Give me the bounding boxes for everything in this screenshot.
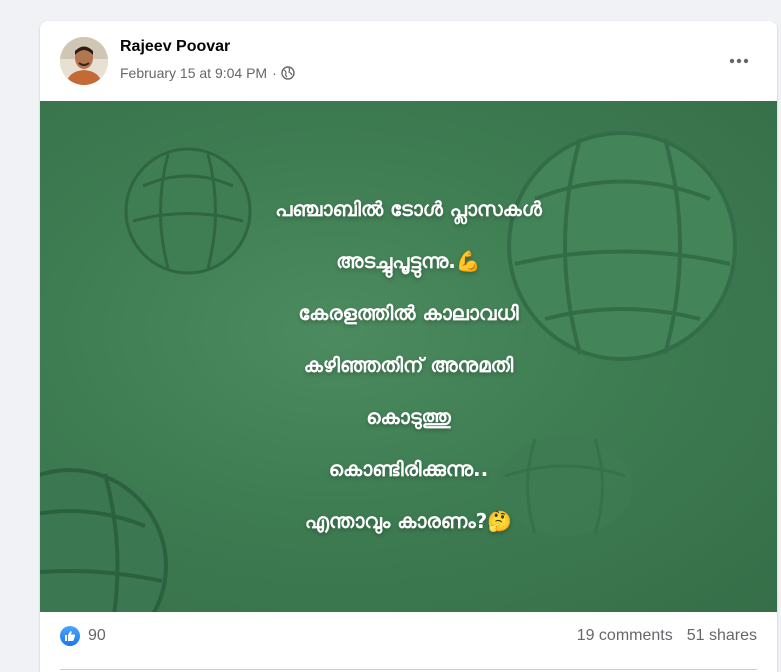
avatar-photo-icon [60, 37, 108, 85]
post-text-line: അടച്ചുപൂട്ടുന്നു.💪 [336, 249, 481, 273]
post-footer: 90 19 comments 51 shares [40, 612, 777, 672]
shares-count-link[interactable]: 51 shares [687, 627, 757, 645]
post-text-line: എന്താവും കാരണം?🤔 [304, 509, 513, 533]
post-meta: February 15 at 9:04 PM · [120, 65, 295, 81]
reaction-count: 90 [88, 627, 106, 644]
post-text-line: പഞ്ചാബിൽ ടോൾ പ്ലാസകൾ [275, 197, 542, 221]
comments-count-link[interactable]: 19 comments [577, 627, 673, 645]
post-text-line: കൊണ്ടിരിക്കുന്നു.. [328, 457, 489, 481]
post-text-line: കഴിഞ്ഞതിന് അനുമതി [303, 353, 514, 377]
post-text-line: കേരളത്തിൽ കാലാവധി [298, 301, 519, 325]
footer-divider [60, 669, 757, 670]
post-image[interactable]: പഞ്ചാബിൽ ടോൾ പ്ലാസകൾ അടച്ചുപൂട്ടുന്നു.💪 … [40, 101, 777, 612]
post-header: Rajeev Poovar February 15 at 9:04 PM · [40, 21, 777, 101]
author-name[interactable]: Rajeev Poovar [120, 38, 230, 56]
post-card: Rajeev Poovar February 15 at 9:04 PM · പ… [40, 21, 777, 672]
reactions-summary[interactable]: 90 [60, 626, 106, 646]
more-options-button[interactable] [721, 43, 757, 79]
globe-icon[interactable] [281, 66, 295, 80]
post-stats: 19 comments 51 shares [577, 627, 757, 645]
post-text: പഞ്ചാബിൽ ടോൾ പ്ലാസകൾ അടച്ചുപൂട്ടുന്നു.💪 … [40, 183, 777, 547]
like-icon [60, 626, 80, 646]
post-timestamp[interactable]: February 15 at 9:04 PM [120, 65, 267, 81]
avatar[interactable] [60, 37, 108, 85]
post-text-line: കൊടുത്തു [366, 405, 451, 429]
more-horizontal-icon [729, 58, 749, 64]
meta-separator: · [272, 65, 277, 81]
